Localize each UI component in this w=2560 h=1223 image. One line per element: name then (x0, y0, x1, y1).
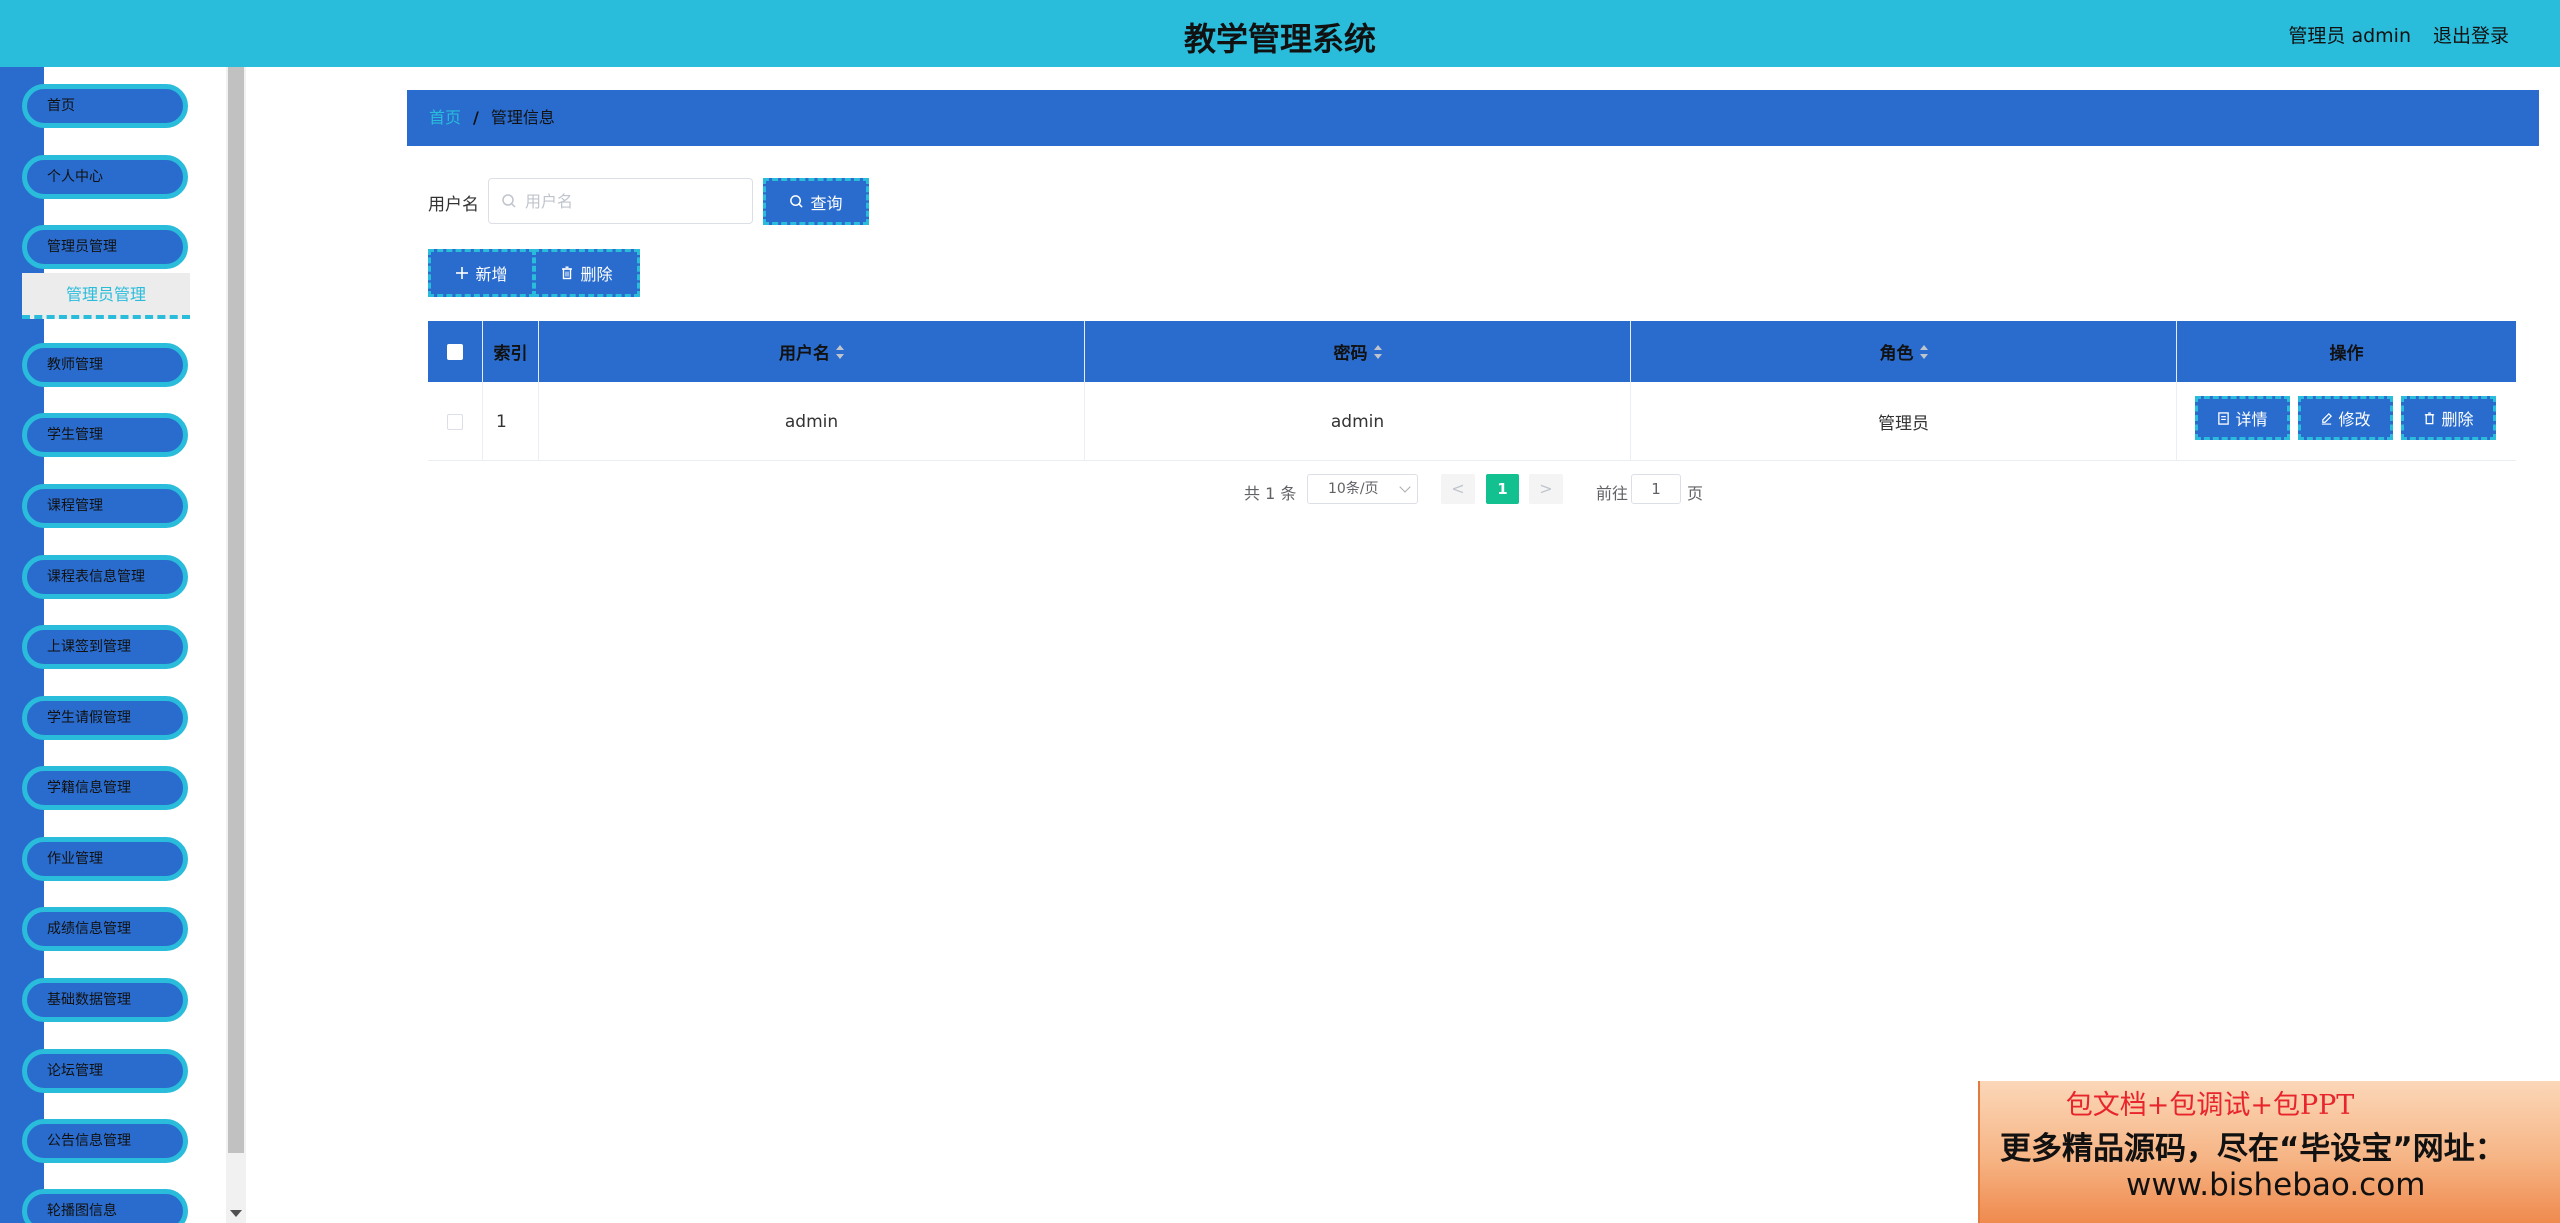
column-username-label: 用户名 (779, 344, 830, 364)
edit-button[interactable]: 修改 (2298, 396, 2393, 440)
search-label: 用户名 (428, 195, 479, 215)
sidebar-item-home[interactable]: 首页 (22, 84, 188, 128)
header-select-cell (428, 321, 483, 382)
column-actions-label: 操作 (2329, 344, 2364, 364)
detail-button-label: 详情 (2235, 410, 2268, 429)
sort-icon[interactable] (1919, 344, 1928, 359)
column-index-label: 索引 (493, 344, 528, 364)
logout-link[interactable]: 退出登录 (2433, 21, 2509, 48)
pagination-total: 共 1 条 (1244, 484, 1297, 503)
sidebar-scrollbar[interactable] (226, 67, 246, 1223)
column-role[interactable]: 角色 (1631, 321, 2177, 382)
cell-actions: 详情 修改 删除 (2177, 382, 2516, 461)
prev-page-button[interactable]: < (1441, 474, 1475, 504)
ad-line-1: 包文档+包调试+包PPT (2065, 1090, 2355, 1121)
bulk-delete-button-label: 删除 (580, 265, 613, 284)
row-delete-button-label: 删除 (2441, 410, 2474, 429)
add-button-label: 新增 (475, 265, 508, 284)
page-size-select[interactable]: 10条/页 (1307, 474, 1418, 504)
ad-line-3: www.bishebao.com (2126, 1167, 2426, 1203)
pagination: 共 1 条 10条/页 < 1 > 前往 页 (0, 474, 2560, 506)
column-role-label: 角色 (1879, 344, 1914, 364)
sidebar-item-forum[interactable]: 论坛管理 (22, 1049, 188, 1093)
row-delete-button[interactable]: 删除 (2401, 396, 2496, 440)
goto-unit: 页 (1687, 484, 1704, 503)
detail-button[interactable]: 详情 (2195, 396, 2290, 440)
top-header: 教学管理系统 管理员 admin 退出登录 (0, 0, 2560, 67)
app-title: 教学管理系统 (1183, 20, 1376, 58)
table-header: 索引 用户名 密码 角色 操作 (428, 321, 2516, 382)
plus-icon (456, 267, 469, 279)
add-button[interactable]: 新增 (428, 249, 535, 297)
sidebar-item-leave[interactable]: 学生请假管理 (22, 696, 188, 740)
scroll-down-icon[interactable] (230, 1210, 242, 1217)
search-field[interactable] (488, 178, 753, 224)
breadcrumb-current: 管理信息 (490, 108, 555, 127)
sidebar-item-grades[interactable]: 成绩信息管理 (22, 907, 188, 951)
search-input[interactable] (525, 179, 745, 223)
cell-username: admin (539, 382, 1085, 461)
sidebar-item-homework[interactable]: 作业管理 (22, 837, 188, 881)
column-password-label: 密码 (1333, 344, 1368, 364)
cell-role: 管理员 (1631, 382, 2177, 461)
breadcrumb-home[interactable]: 首页 (429, 108, 461, 127)
search-icon (790, 195, 804, 208)
sidebar-item-carousel[interactable]: 轮播图信息 (22, 1189, 188, 1223)
sidebar-item-student[interactable]: 学生管理 (22, 413, 188, 457)
search-icon (502, 194, 516, 208)
breadcrumb-separator: / (473, 108, 479, 127)
trash-icon (562, 266, 573, 280)
current-user: 管理员 admin (2288, 25, 2411, 47)
chevron-down-icon (1399, 481, 1411, 493)
sidebar-item-enrollment[interactable]: 学籍信息管理 (22, 766, 188, 810)
sidebar-item-basedata[interactable]: 基础数据管理 (22, 978, 188, 1022)
scrollbar-thumb[interactable] (228, 67, 244, 1153)
sidebar-item-profile[interactable]: 个人中心 (22, 155, 188, 199)
column-actions: 操作 (2177, 321, 2516, 382)
cell-index: 1 (483, 382, 539, 461)
next-page-button[interactable]: > (1529, 474, 1563, 504)
row-select-cell (428, 382, 483, 461)
ad-line-2: 更多精品源码，尽在“毕设宝”网址： (2000, 1131, 2506, 1167)
sidebar-item-checkin[interactable]: 上课签到管理 (22, 625, 188, 669)
page-number-current[interactable]: 1 (1486, 474, 1519, 504)
column-username[interactable]: 用户名 (539, 321, 1085, 382)
document-icon (2218, 411, 2230, 425)
breadcrumb: 首页 / 管理信息 (407, 90, 2539, 146)
sidebar-item-schedule[interactable]: 课程表信息管理 (22, 555, 188, 599)
sidebar: 首页 个人中心 管理员管理 管理员管理 教师管理 学生管理 课程管理 课程表信息… (0, 67, 226, 1223)
sidebar-subitem-admin[interactable]: 管理员管理 (22, 273, 190, 319)
column-index: 索引 (483, 321, 539, 382)
goto-page-input[interactable] (1631, 474, 1681, 504)
sort-icon[interactable] (836, 344, 844, 359)
search-button-label: 查询 (810, 193, 843, 213)
ad-banner[interactable]: 包文档+包调试+包PPT 更多精品源码，尽在“毕设宝”网址： www.bishe… (1978, 1081, 2560, 1223)
edit-button-label: 修改 (2338, 410, 2371, 429)
page-size-value: 10条/页 (1328, 481, 1379, 497)
row-checkbox[interactable] (447, 413, 463, 430)
bulk-delete-button[interactable]: 删除 (533, 249, 640, 297)
sidebar-item-notice[interactable]: 公告信息管理 (22, 1119, 188, 1163)
sidebar-item-admin[interactable]: 管理员管理 (22, 225, 188, 269)
goto-label: 前往 (1596, 484, 1629, 503)
table-row: 1 admin admin 管理员 详情 修改 删除 (428, 382, 2516, 461)
search-button[interactable]: 查询 (763, 178, 869, 225)
sort-icon[interactable] (1373, 344, 1382, 359)
edit-icon (2322, 412, 2333, 425)
sidebar-item-teacher[interactable]: 教师管理 (22, 343, 188, 387)
cell-password: admin (1085, 382, 1631, 461)
trash-icon (2425, 411, 2435, 424)
select-all-checkbox[interactable] (447, 343, 463, 360)
column-password[interactable]: 密码 (1085, 321, 1631, 382)
